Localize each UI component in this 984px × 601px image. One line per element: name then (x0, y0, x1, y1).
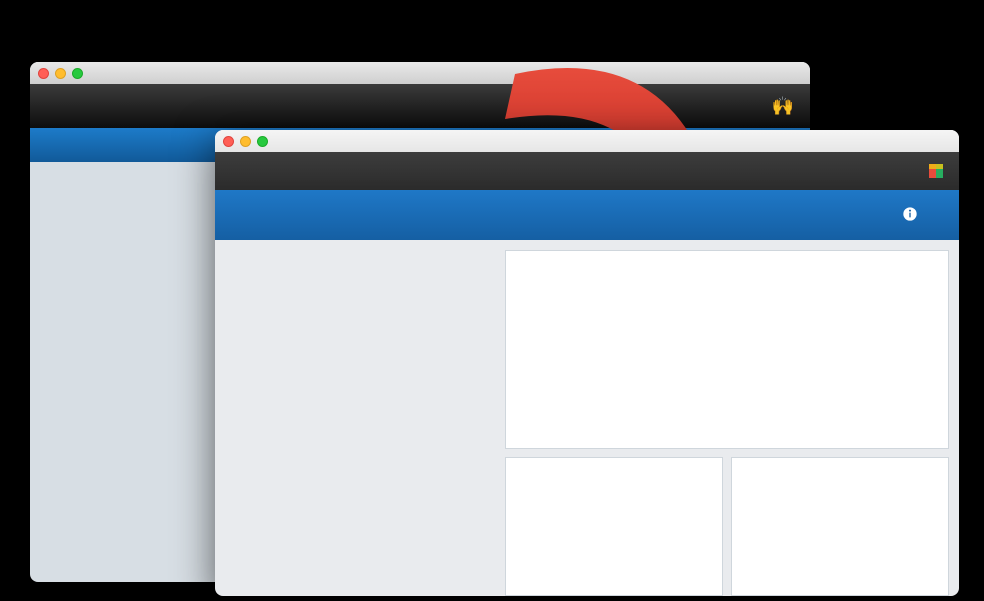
about-latest-button[interactable] (861, 206, 959, 225)
close-button[interactable] (223, 136, 234, 147)
app-logo-icon (927, 162, 945, 183)
cheer-icon: 🙌 (772, 96, 794, 117)
zoom-button[interactable] (257, 136, 268, 147)
minimize-button[interactable] (240, 136, 251, 147)
greatest-accounts-chart (731, 457, 949, 596)
back-titlebar (30, 62, 810, 84)
toolbar (215, 190, 959, 240)
front-window (215, 130, 959, 596)
best-sellers-chart (505, 457, 723, 596)
zoom-button[interactable] (72, 68, 83, 79)
back-header: 🙌 (30, 84, 810, 128)
module-grid (215, 240, 505, 596)
minimize-button[interactable] (55, 68, 66, 79)
greeting-bar (215, 152, 959, 190)
invoices-chart (505, 250, 949, 449)
close-button[interactable] (38, 68, 49, 79)
front-titlebar (215, 130, 959, 152)
